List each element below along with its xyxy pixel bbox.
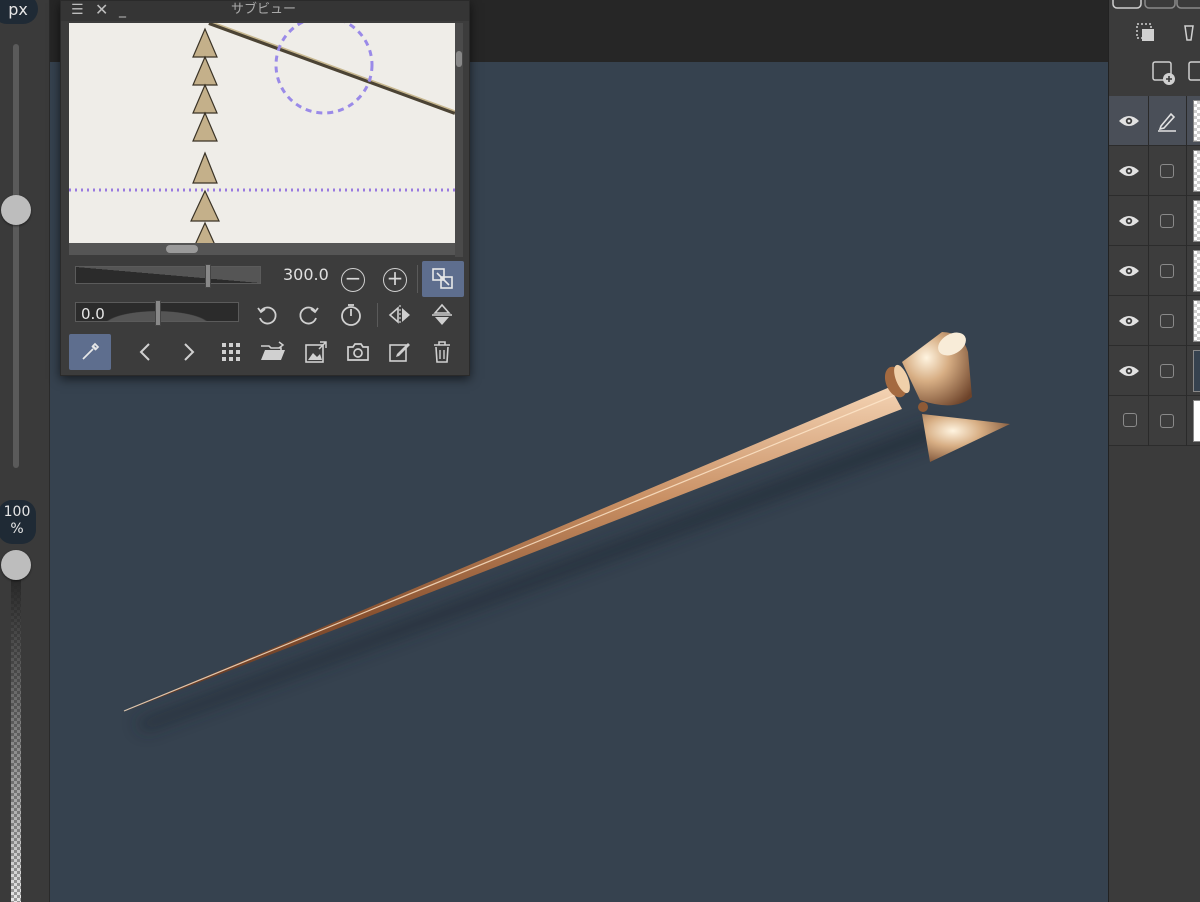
- layer-lock-checkbox[interactable]: [1160, 314, 1174, 328]
- brush-control-bar: px 100 %: [0, 0, 50, 902]
- layer-row[interactable]: [1109, 246, 1200, 296]
- grid-icon[interactable]: [216, 337, 246, 367]
- eye-icon[interactable]: [1115, 157, 1143, 185]
- layer-lock-checkbox[interactable]: [1160, 414, 1174, 428]
- eye-icon[interactable]: [1115, 257, 1143, 285]
- zoom-out-button[interactable]: −: [341, 268, 365, 292]
- close-icon[interactable]: ✕: [95, 1, 108, 19]
- fit-view-button[interactable]: [422, 261, 464, 297]
- app-window: px 100 % ☰ ✕ _ サブビュー 300.0 − + 0.0: [0, 0, 1200, 902]
- next-icon[interactable]: [173, 337, 203, 367]
- fit-view-icon: [432, 268, 453, 289]
- rotation-value: 0.0: [81, 305, 105, 323]
- eyedropper-button[interactable]: [69, 334, 111, 370]
- hairpin-pendant: [922, 414, 1010, 462]
- brush-size-slider[interactable]: [13, 44, 19, 468]
- brush-size-slider-thumb[interactable]: [1, 195, 31, 225]
- layer-row[interactable]: [1109, 146, 1200, 196]
- layer-thumbnail[interactable]: [1193, 400, 1200, 442]
- opacity-unit: %: [10, 521, 24, 537]
- opacity-slider-thumb[interactable]: [1, 550, 31, 580]
- layer-row[interactable]: [1109, 296, 1200, 346]
- pen-icon[interactable]: [1153, 106, 1181, 134]
- layer-lock-checkbox[interactable]: [1160, 364, 1174, 378]
- rotate-right-icon[interactable]: [294, 300, 324, 330]
- rotation-slider-handle[interactable]: [155, 300, 161, 326]
- layer-lock-checkbox[interactable]: [1160, 164, 1174, 178]
- eye-icon[interactable]: [1115, 207, 1143, 235]
- zoom-value: 300.0: [283, 265, 329, 284]
- layer-thumbnail[interactable]: [1193, 250, 1200, 292]
- zoom-in-button[interactable]: +: [383, 268, 407, 292]
- eye-icon[interactable]: [1115, 107, 1143, 135]
- subview-titlebar[interactable]: ☰ ✕ _ サブビュー: [61, 1, 469, 21]
- layer-row[interactable]: [1109, 396, 1200, 446]
- previous-icon[interactable]: [131, 337, 161, 367]
- new-layer-icon: [1152, 61, 1175, 85]
- zoom-slider[interactable]: [75, 264, 261, 288]
- edit-icon[interactable]: [385, 337, 415, 367]
- opacity-value: 100: [3, 504, 31, 520]
- zoom-slider-handle[interactable]: [205, 264, 211, 288]
- lighthouse-icon: [1184, 25, 1194, 41]
- layer-row[interactable]: [1109, 346, 1200, 396]
- subview-title: サブビュー: [231, 2, 297, 17]
- layer-row[interactable]: [1109, 196, 1200, 246]
- size-unit-label: px: [8, 0, 28, 19]
- subview-reference-image[interactable]: [69, 23, 455, 243]
- opacity-badge[interactable]: 100 %: [0, 500, 36, 544]
- visibility-toggle[interactable]: [1123, 413, 1137, 427]
- opacity-slider[interactable]: [11, 580, 21, 902]
- eye-icon[interactable]: [1115, 307, 1143, 335]
- layer-panel: [1108, 0, 1200, 902]
- rotate-left-icon[interactable]: [252, 300, 282, 330]
- subview-horizontal-scrollbar[interactable]: [69, 243, 455, 255]
- copy-layer-icon: [1136, 23, 1154, 41]
- menu-icon[interactable]: ☰: [71, 1, 84, 19]
- reset-rotation-icon[interactable]: [336, 300, 366, 330]
- eye-icon[interactable]: [1115, 357, 1143, 385]
- minimize-icon[interactable]: _: [119, 1, 126, 19]
- open-folder-icon[interactable]: [258, 337, 288, 367]
- layer-thumbnail[interactable]: [1193, 300, 1200, 342]
- trash-icon[interactable]: [427, 337, 457, 367]
- eyedropper-icon: [82, 342, 100, 360]
- camera-icon[interactable]: [343, 337, 373, 367]
- layer-row[interactable]: [1109, 96, 1200, 146]
- layer-panel-toolbar: [1109, 0, 1200, 96]
- flip-vertical-icon[interactable]: [427, 300, 457, 330]
- subview-vertical-scrollbar[interactable]: [455, 23, 463, 257]
- flip-horizontal-icon[interactable]: [385, 300, 415, 330]
- layer-lock-checkbox[interactable]: [1160, 214, 1174, 228]
- layer-thumbnail[interactable]: [1193, 100, 1200, 142]
- layer-thumbnail[interactable]: [1193, 350, 1200, 392]
- layer-thumbnail[interactable]: [1193, 200, 1200, 242]
- size-unit-badge[interactable]: px: [0, 0, 38, 24]
- layer-lock-checkbox[interactable]: [1160, 264, 1174, 278]
- layer-thumbnail[interactable]: [1193, 150, 1200, 192]
- subview-window: ☰ ✕ _ サブビュー 300.0 − + 0.0: [60, 0, 470, 376]
- import-image-icon[interactable]: [301, 337, 331, 367]
